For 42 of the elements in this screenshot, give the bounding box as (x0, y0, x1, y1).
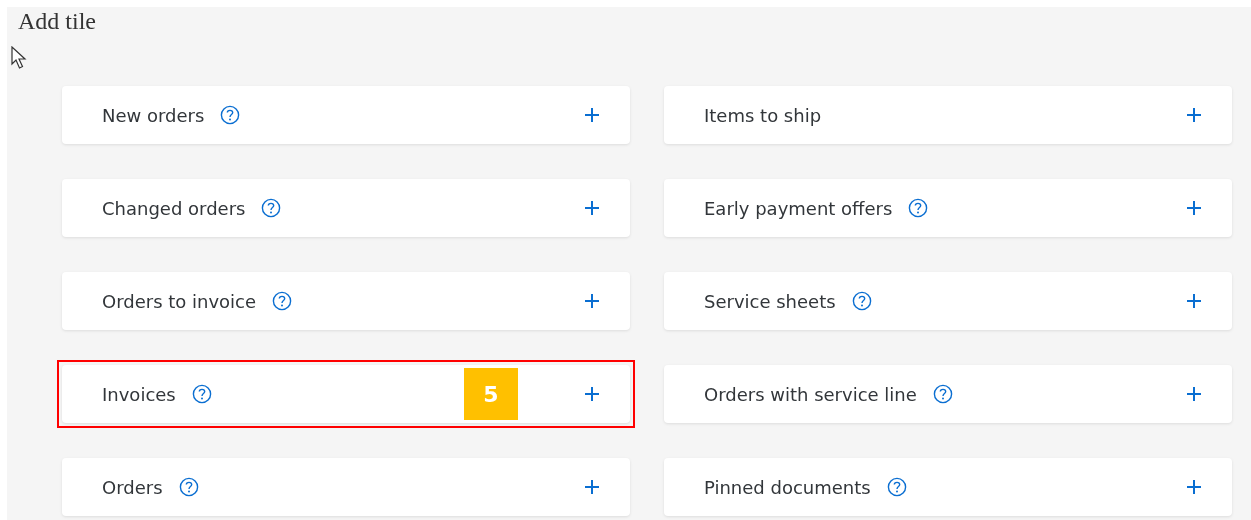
help-icon[interactable] (178, 477, 199, 497)
plus-icon (1186, 386, 1202, 402)
tile-label: Orders to invoice (102, 290, 257, 312)
tile-label: Changed orders (102, 197, 246, 219)
plus-icon (584, 107, 600, 123)
tile-card[interactable]: Pinned documents (664, 458, 1232, 516)
plus-icon (1186, 479, 1202, 495)
tile-card[interactable]: Orders to invoice (62, 272, 630, 330)
tile-label: Pinned documents (704, 476, 871, 498)
plus-icon (584, 293, 600, 309)
tile-label: Service sheets (704, 290, 836, 312)
pointer-cursor-icon (11, 46, 28, 70)
help-icon[interactable] (886, 477, 907, 497)
tile-label: Items to ship (704, 104, 822, 126)
help-icon[interactable] (220, 105, 241, 125)
help-icon[interactable] (851, 291, 872, 311)
tile-card[interactable]: Changed orders (62, 179, 630, 237)
tile-card[interactable]: Early payment offers (664, 179, 1232, 237)
help-icon[interactable] (191, 384, 212, 404)
help-icon[interactable] (272, 291, 293, 311)
tile-card[interactable]: Orders (62, 458, 630, 516)
plus-icon (584, 479, 600, 495)
tile-card[interactable]: New orders (62, 86, 630, 144)
tile-card[interactable]: Orders with service line (664, 365, 1232, 423)
tile-label: New orders (102, 104, 205, 126)
tile-label: Early payment offers (704, 197, 893, 219)
tile-card[interactable]: Invoices 5 (62, 365, 630, 423)
plus-icon (1186, 293, 1202, 309)
tile-label: Invoices (102, 383, 176, 405)
plus-icon (584, 386, 600, 402)
page-title: Add tile (18, 7, 96, 35)
plus-icon (584, 200, 600, 216)
plus-icon (1186, 200, 1202, 216)
tile-card[interactable]: Items to ship (664, 86, 1232, 144)
tile-card[interactable]: Service sheets (664, 272, 1232, 330)
help-icon[interactable] (932, 384, 953, 404)
help-icon[interactable] (908, 198, 929, 218)
plus-icon (1186, 107, 1202, 123)
tile-label: Orders with service line (704, 383, 917, 405)
help-icon[interactable] (261, 198, 282, 218)
step-badge: 5 (464, 368, 518, 420)
tile-label: Orders (102, 476, 163, 498)
